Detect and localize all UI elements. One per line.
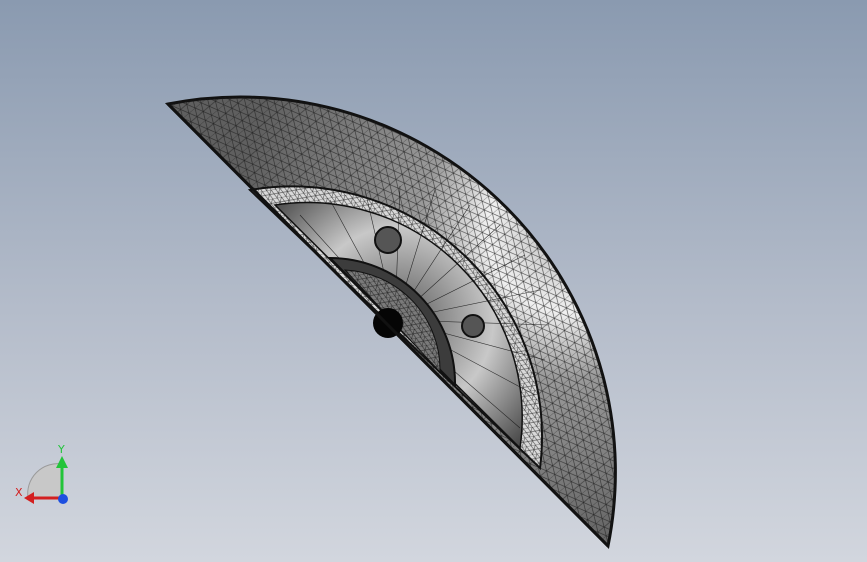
lug-top [374, 226, 402, 254]
y-axis-label: Y [58, 443, 65, 456]
y-axis-arrow-icon [56, 456, 68, 468]
graphics-viewport[interactable]: Y X [0, 0, 867, 562]
lug-right [461, 314, 485, 338]
mesh-model-view[interactable] [0, 0, 867, 562]
z-axis-dot-icon [58, 494, 68, 504]
coordinate-triad [24, 456, 68, 504]
x-axis-label: X [15, 486, 23, 499]
